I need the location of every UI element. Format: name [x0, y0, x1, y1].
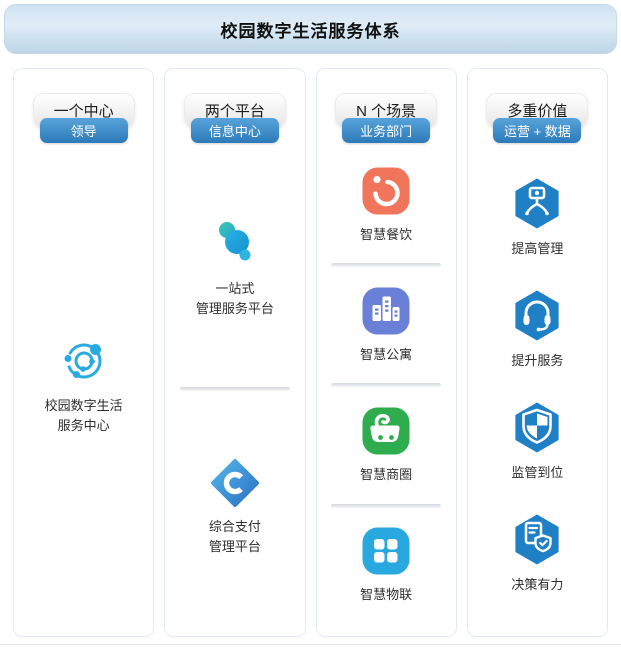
dining-smile-icon — [361, 166, 411, 216]
column-owner-pill: 业务部门 — [342, 118, 430, 143]
item-label: 提高管理 — [511, 239, 563, 259]
divider — [331, 263, 441, 267]
iot-grid-icon — [361, 526, 411, 576]
payment-diamond-icon — [210, 458, 260, 508]
column-header: 多重价值 运营 + 数据 — [468, 93, 607, 143]
hex-headset-icon — [510, 288, 564, 342]
item-label: 智慧商圈 — [360, 465, 412, 485]
page-title: 校园数字生活服务体系 — [221, 17, 401, 42]
hex-presenter-icon — [510, 176, 564, 230]
column-header: 一个中心 领导 — [14, 93, 153, 143]
list-item: 智慧商圈 — [360, 406, 412, 485]
list-item: 智慧物联 — [360, 526, 412, 605]
column-two-platforms: 两个平台 信息中心 — [164, 68, 305, 637]
column-owner-pill: 领导 — [40, 118, 128, 143]
column-header: N 个场景 业务部门 — [317, 93, 456, 143]
list-item: 智慧餐饮 — [360, 166, 412, 245]
item-label: 决策有力 — [511, 575, 563, 595]
list-item: 一站式 管理服务平台 — [196, 214, 274, 319]
hex-shield-icon — [510, 400, 564, 454]
item-label: 智慧公寓 — [360, 345, 412, 365]
item-label: 综合支付 管理平台 — [209, 517, 261, 557]
item-label: 智慧物联 — [360, 585, 412, 605]
column-n-scenes: N 个场景 业务部门 智慧餐饮 — [316, 68, 457, 637]
mall-cart-icon — [361, 406, 411, 456]
list-item: 提升服务 — [510, 288, 564, 371]
list-item: 提高管理 — [510, 176, 564, 259]
list-item: 决策有力 — [510, 512, 564, 595]
bottom-divider — [0, 644, 621, 645]
column-multi-value: 多重价值 运营 + 数据 提高管理 — [467, 68, 608, 637]
column-owner-pill: 运营 + 数据 — [493, 118, 581, 143]
list-item: 综合支付 管理平台 — [209, 458, 261, 557]
item-label: 监管到位 — [511, 463, 563, 483]
apartment-buildings-icon — [361, 286, 411, 336]
column-one-center: 一个中心 领导 校园数字生活 服务 — [13, 68, 154, 637]
column-header: 两个平台 信息中心 — [165, 93, 304, 143]
columns-container: 一个中心 领导 校园数字生活 服务 — [13, 68, 608, 637]
divider — [331, 383, 441, 387]
divider — [180, 387, 290, 391]
column-owner-pill: 信息中心 — [191, 118, 279, 143]
list-item: 监管到位 — [510, 400, 564, 483]
list-item: 校园数字生活 服务中心 — [45, 335, 123, 436]
page-header-banner: 校园数字生活服务体系 — [4, 4, 617, 54]
divider — [331, 504, 441, 508]
list-item: 智慧公寓 — [360, 286, 412, 365]
item-label: 智慧餐饮 — [360, 225, 412, 245]
item-label: 一站式 管理服务平台 — [196, 279, 274, 319]
item-label: 校园数字生活 服务中心 — [45, 396, 123, 436]
atom-network-icon — [58, 335, 110, 387]
molecule-platform-icon — [207, 214, 263, 270]
item-label: 提升服务 — [511, 351, 563, 371]
hex-doc-shield-icon — [510, 512, 564, 566]
